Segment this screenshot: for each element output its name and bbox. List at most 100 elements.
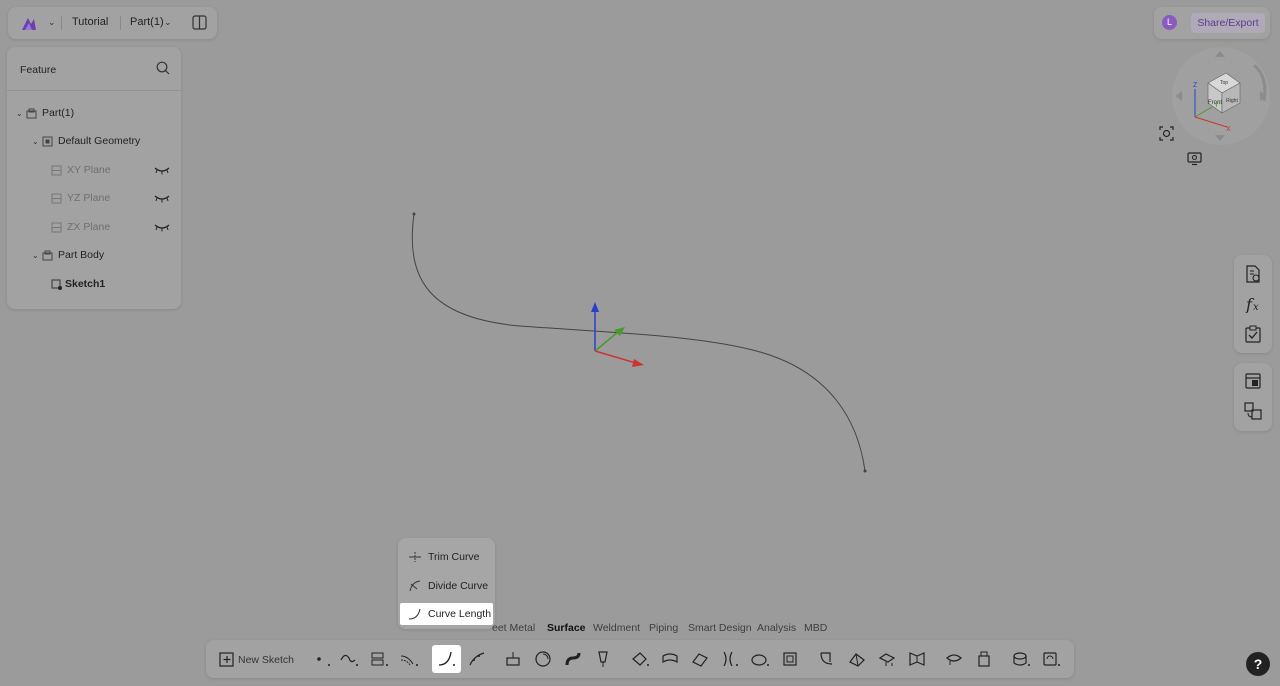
- trim-surface-icon[interactable]: [721, 650, 739, 668]
- right-toolbar-bottom: [1234, 363, 1272, 431]
- new-sketch-icon[interactable]: [219, 651, 235, 667]
- plane-icon: [51, 222, 62, 232]
- fill-surface-icon[interactable]: [751, 650, 769, 668]
- tab-weldment[interactable]: Weldment: [593, 622, 640, 634]
- display-mode-icon[interactable]: [1187, 151, 1202, 166]
- table-icon[interactable]: [1244, 372, 1262, 390]
- extend-surface-icon[interactable]: [691, 650, 709, 668]
- document-settings-icon[interactable]: [1244, 265, 1262, 283]
- panel-layout-icon[interactable]: [192, 15, 207, 30]
- wrap-icon[interactable]: [1012, 650, 1030, 668]
- sketch-curve[interactable]: [411, 213, 866, 472]
- svg-text:x: x: [1253, 302, 1259, 313]
- feature-panel-title: Feature: [20, 64, 57, 76]
- share-export-button[interactable]: Share/Export: [1191, 13, 1265, 33]
- point-icon[interactable]: [314, 650, 332, 668]
- bridge-curve-icon[interactable]: [468, 650, 486, 668]
- offset-surface-icon[interactable]: [631, 650, 649, 668]
- tree-item-part[interactable]: ⌄ Part(1): [16, 105, 74, 121]
- curve-length-label: Curve Length: [428, 608, 492, 620]
- eye-closed-icon[interactable]: [154, 222, 170, 232]
- tree-item-sketch1[interactable]: Sketch1: [51, 276, 105, 292]
- function-icon[interactable]: f x: [1244, 295, 1262, 313]
- right-toolbar-top: f x: [1234, 255, 1272, 353]
- eye-closed-icon[interactable]: [154, 193, 170, 203]
- loft-surface-icon[interactable]: [594, 650, 612, 668]
- cube-label-top: Top: [1220, 80, 1228, 86]
- surface-options-icon[interactable]: [1042, 650, 1060, 668]
- replace-face-icon[interactable]: [908, 650, 926, 668]
- body-icon: [42, 250, 53, 260]
- boundary-surface-icon[interactable]: [781, 650, 799, 668]
- divide-curve-item[interactable]: Divide Curve: [400, 575, 493, 597]
- axis-label-z: Z: [1193, 82, 1198, 89]
- ruled-surface-icon[interactable]: [945, 650, 963, 668]
- view-axis-y: [1194, 106, 1213, 118]
- curve-length-item[interactable]: Curve Length: [400, 603, 493, 625]
- tree-item-label: Part Body: [58, 249, 105, 261]
- trim-curve-item[interactable]: Trim Curve: [400, 546, 493, 568]
- transform-icon[interactable]: [1244, 402, 1262, 420]
- curve-endpoint-end[interactable]: [863, 469, 867, 473]
- search-icon[interactable]: [156, 61, 170, 75]
- tree-item-zx-plane[interactable]: ZX Plane: [51, 219, 110, 235]
- checklist-icon[interactable]: [1244, 325, 1262, 343]
- viewport[interactable]: [0, 0, 1280, 686]
- delete-face-icon[interactable]: [878, 650, 896, 668]
- curve-tool-icon[interactable]: [340, 650, 358, 668]
- tutorial-breadcrumb[interactable]: Tutorial: [72, 16, 108, 28]
- tree-item-label: YZ Plane: [67, 192, 111, 204]
- divider: [61, 16, 62, 30]
- sweep-surface-icon[interactable]: [564, 650, 582, 668]
- chevron-down-icon[interactable]: ⌄: [164, 17, 172, 28]
- tab-surface[interactable]: Surface: [547, 622, 586, 634]
- tree-item-label: Sketch1: [65, 278, 106, 290]
- tree-item-part-body[interactable]: ⌄ Part Body: [32, 247, 104, 263]
- divider: [120, 16, 121, 30]
- rotate-down-arrow[interactable]: [1215, 135, 1225, 141]
- tab-piping[interactable]: Piping: [649, 622, 678, 634]
- new-sketch-button[interactable]: New Sketch: [238, 654, 294, 666]
- chevron-down-icon[interactable]: ⌄: [16, 109, 26, 118]
- surface-cut-icon[interactable]: [975, 650, 993, 668]
- divide-curve-icon: [409, 580, 421, 592]
- tree-item-label: XY Plane: [67, 164, 111, 176]
- curve-length-tool-icon[interactable]: [437, 650, 455, 668]
- fit-view-icon[interactable]: [1159, 126, 1174, 141]
- knit-surface-icon[interactable]: [848, 650, 866, 668]
- tab-mbd[interactable]: MBD: [804, 622, 827, 634]
- bottom-toolbar: New Sketch: [206, 640, 1074, 678]
- offset-curve-icon[interactable]: [400, 650, 418, 668]
- rotate-left-arrow[interactable]: [1176, 91, 1182, 101]
- rotate-up-arrow[interactable]: [1215, 51, 1225, 57]
- tree-item-yz-plane[interactable]: YZ Plane: [51, 190, 110, 206]
- chevron-down-icon[interactable]: ⌄: [32, 137, 42, 146]
- part-breadcrumb[interactable]: Part(1): [130, 16, 164, 28]
- view-cube[interactable]: Top Front Right Z Y X: [1172, 47, 1270, 145]
- tab-sheet-metal[interactable]: eet Metal: [492, 622, 535, 634]
- app-logo-icon[interactable]: [20, 14, 38, 32]
- curve-endpoint-start[interactable]: [412, 212, 416, 216]
- thicken-surface-icon[interactable]: [661, 650, 679, 668]
- split-face-icon[interactable]: [818, 650, 836, 668]
- geometry-icon: [42, 136, 53, 146]
- user-avatar[interactable]: L: [1162, 15, 1177, 30]
- divide-curve-label: Divide Curve: [428, 580, 489, 592]
- tab-smart-design[interactable]: Smart Design: [688, 622, 752, 634]
- tree-item-default-geometry[interactable]: ⌄ Default Geometry: [32, 133, 140, 149]
- revolve-surface-icon[interactable]: [534, 650, 552, 668]
- extrude-surface-icon[interactable]: [504, 650, 522, 668]
- trim-curve-label: Trim Curve: [428, 551, 480, 563]
- eye-closed-icon[interactable]: [154, 165, 170, 175]
- tree-item-xy-plane[interactable]: XY Plane: [51, 162, 111, 178]
- view-axis-x: [1194, 116, 1228, 128]
- help-button[interactable]: ?: [1246, 652, 1270, 676]
- chevron-down-icon[interactable]: ⌄: [32, 251, 42, 260]
- view-cube-graphic[interactable]: Top Front Right Z Y X: [1172, 47, 1270, 145]
- tab-analysis[interactable]: Analysis: [757, 622, 796, 634]
- plane-icon: [51, 165, 62, 175]
- projection-icon[interactable]: [370, 650, 388, 668]
- trim-curve-icon: [409, 552, 421, 562]
- orbit-arrow[interactable]: [1252, 63, 1267, 102]
- chevron-down-icon[interactable]: ⌄: [48, 17, 56, 28]
